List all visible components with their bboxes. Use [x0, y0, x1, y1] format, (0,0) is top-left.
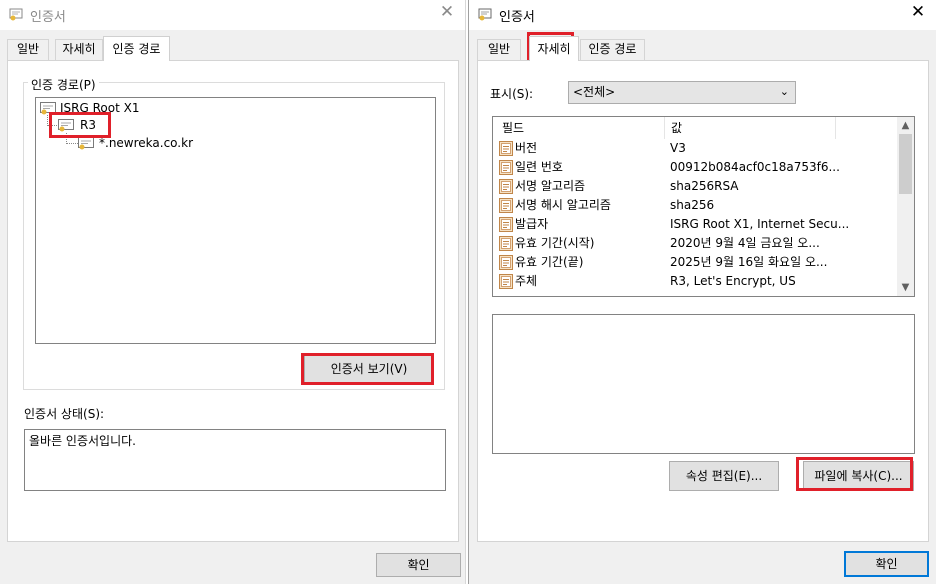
window-title: 인증서 — [30, 10, 66, 25]
field-name: 주체 — [515, 274, 538, 288]
window-title: 인증서 — [499, 10, 535, 25]
certificate-icon — [40, 102, 56, 115]
chevron-down-icon: ⌄ — [779, 85, 789, 98]
table-row[interactable]: 발급자 ISRG Root X1, Internet Secu... — [493, 215, 903, 234]
field-icon — [499, 217, 513, 232]
cert-status-label: 인증서 상태(S): — [24, 407, 105, 421]
field-icon — [499, 179, 513, 194]
tab-details[interactable]: 자세히 — [529, 36, 579, 61]
table-row[interactable]: 버전 V3 — [493, 139, 903, 158]
fields-listview[interactable]: 필드 값 버전 V3 일련 번호 00912b084acf0c18a753f6... 서… — [492, 116, 915, 297]
field-name: 버전 — [515, 141, 538, 155]
tree-node-root[interactable]: ISRG Root X1 — [60, 100, 139, 116]
certificate-dialog-right: 인증서 ✕ 일반 자세히 인증 경로 표시(S): <전체> ⌄ 필드 값 버전… — [468, 0, 936, 584]
column-divider — [835, 117, 836, 139]
certificate-icon — [78, 137, 94, 150]
table-row[interactable]: 일련 번호 00912b084acf0c18a753f6... — [493, 158, 903, 177]
certificate-icon — [58, 119, 74, 132]
tree-node-leaf[interactable]: *.newreka.co.kr — [99, 135, 193, 151]
tab-general[interactable]: 일반 — [477, 39, 521, 60]
title-bar: 인증서 ✕ — [469, 0, 936, 30]
field-value: V3 — [670, 141, 686, 155]
field-icon — [499, 141, 513, 156]
field-value: ISRG Root X1, Internet Secu... — [670, 217, 850, 231]
tab-panel: 인증 경로(P) ISRG Root X1 R3 *.newreka.co.kr… — [7, 60, 459, 542]
scroll-down-icon[interactable]: ▼ — [897, 279, 914, 296]
edit-properties-button[interactable]: 속성 편집(E)... — [669, 461, 779, 491]
close-icon[interactable]: ✕ — [439, 4, 455, 21]
certificate-icon — [9, 8, 23, 21]
tree-connector — [47, 125, 57, 126]
field-name: 발급자 — [515, 217, 549, 231]
field-detail-box[interactable] — [492, 314, 915, 454]
view-certificate-button[interactable]: 인증서 보기(V) — [304, 355, 434, 383]
table-row[interactable]: 유효 기간(시작) 2020년 9월 4일 금요일 오... — [493, 234, 903, 253]
field-value: 2025년 9월 16일 화요일 오... — [670, 255, 828, 269]
copy-to-file-button[interactable]: 파일에 복사(C)... — [803, 461, 914, 491]
listview-header: 필드 값 — [493, 117, 903, 139]
table-row[interactable]: 유효 기간(끝) 2025년 9월 16일 화요일 오... — [493, 253, 903, 272]
field-value: sha256RSA — [670, 179, 739, 193]
scroll-up-icon[interactable]: ▲ — [897, 117, 914, 134]
show-label: 표시(S): — [490, 87, 534, 101]
field-icon — [499, 274, 513, 289]
vertical-scrollbar[interactable]: ▲ ▼ — [897, 117, 914, 296]
table-row[interactable]: 주체 R3, Let's Encrypt, US — [493, 272, 903, 291]
scrollbar-thumb[interactable] — [899, 134, 912, 194]
field-value: 2020년 9월 4일 금요일 오... — [670, 236, 820, 250]
close-icon[interactable]: ✕ — [910, 4, 926, 21]
tab-panel: 표시(S): <전체> ⌄ 필드 값 버전 V3 일련 번호 00912b084acf… — [477, 60, 929, 542]
field-name: 서명 해시 알고리즘 — [515, 198, 611, 212]
column-divider — [664, 117, 665, 139]
field-icon — [499, 255, 513, 270]
show-select[interactable]: <전체> ⌄ — [568, 81, 796, 104]
column-header-value[interactable]: 값 — [671, 119, 682, 136]
column-header-field[interactable]: 필드 — [502, 119, 524, 136]
ok-button[interactable]: 확인 — [844, 551, 929, 577]
field-name: 일련 번호 — [515, 160, 563, 174]
field-name: 서명 알고리즘 — [515, 179, 586, 193]
certificate-icon — [478, 8, 492, 21]
ok-button[interactable]: 확인 — [376, 553, 461, 577]
field-name: 유효 기간(끝) — [515, 255, 584, 269]
show-select-value: <전체> — [573, 85, 616, 99]
tab-details[interactable]: 자세히 — [55, 39, 103, 60]
table-row[interactable]: 서명 알고리즘 sha256RSA — [493, 177, 903, 196]
title-bar: 인증서 ✕ — [0, 0, 465, 30]
field-value: sha256 — [670, 198, 715, 212]
field-value: 00912b084acf0c18a753f6... — [670, 160, 840, 174]
field-icon — [499, 198, 513, 213]
cert-path-label: 인증 경로(P) — [28, 76, 99, 93]
field-icon — [499, 236, 513, 251]
tab-general[interactable]: 일반 — [7, 39, 49, 60]
tree-connector — [66, 143, 78, 144]
tab-cert-path[interactable]: 인증 경로 — [580, 39, 645, 60]
cert-path-tree[interactable]: ISRG Root X1 R3 *.newreka.co.kr — [35, 97, 436, 344]
field-name: 유효 기간(시작) — [515, 236, 595, 250]
certificate-dialog-left: 인증서 ✕ 일반 자세히 인증 경로 인증 경로(P) ISRG Root X1 — [0, 0, 466, 584]
table-row[interactable]: 서명 해시 알고리즘 sha256 — [493, 196, 903, 215]
tree-node-intermediate[interactable]: R3 — [80, 117, 96, 133]
field-value: R3, Let's Encrypt, US — [670, 274, 796, 288]
field-icon — [499, 160, 513, 175]
cert-status-box: 올바른 인증서입니다. — [24, 429, 446, 491]
tab-cert-path[interactable]: 인증 경로 — [103, 36, 170, 61]
